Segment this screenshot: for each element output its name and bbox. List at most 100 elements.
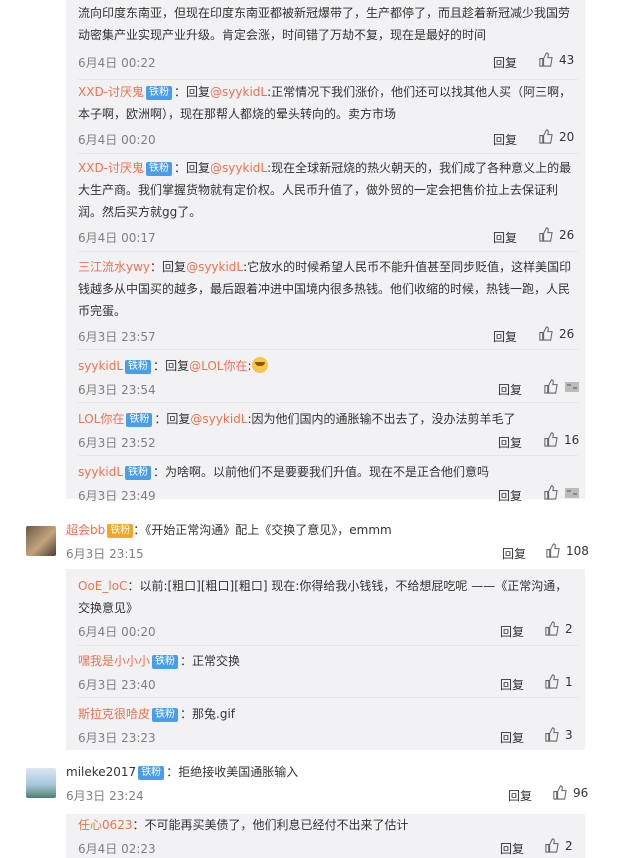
mention-link[interactable]: @syykidL [210, 161, 267, 175]
username-link[interactable]: 超会bb [66, 523, 105, 537]
like-count: 43 [559, 52, 575, 67]
username-link[interactable]: 任心0623 [78, 818, 133, 832]
reply-button[interactable]: 回复 [498, 487, 522, 504]
divider [78, 251, 578, 252]
reply-button[interactable]: 回复 [508, 787, 532, 804]
list-item: 嘿我是小小小 铁粉 ：正常交换 6月3日 23:40 回复 1 [78, 650, 578, 692]
comment-text: syykidL 铁粉 ：回复@LOL你在: [78, 355, 578, 377]
divider [78, 402, 578, 403]
thumbs-up-icon [544, 432, 558, 447]
laugh-emoji-icon [251, 357, 268, 373]
comment-text: syykidL 铁粉 ：为啥啊。以前他们不是要要我们升值。现在不是正合他们意吗 [78, 465, 490, 480]
like-button[interactable]: 96 [552, 785, 588, 800]
reply-button[interactable]: 回复 [493, 54, 517, 71]
avatar[interactable] [26, 526, 56, 556]
username-link[interactable]: 三江流水ywy [78, 260, 150, 274]
comment-item: 超会bb 铁粉 ：《开始正常沟通》配上《交换了意见》，emmm 6月3日 23:15… [66, 519, 589, 561]
comment-time: 6月4日 00:20 [78, 625, 156, 639]
list-item: OoE_loC：以前:[粗口][粗口][粗口] 现在:你得给我小钱钱，不给想屁吃… [78, 575, 578, 639]
like-button[interactable]: 16 [543, 432, 579, 447]
like-button[interactable]: 43 [538, 52, 574, 67]
thumbs-up-icon [545, 621, 559, 636]
blurred-like-count-icon [565, 381, 579, 392]
comment-text: XXD-讨厌鬼 铁粉 ：回复@syykidL:现在全球新冠烧的热火朝天的，我们成了各… [78, 161, 572, 219]
like-count: 1 [565, 674, 573, 689]
comment-text: 超会bb 铁粉 ：《开始正常沟通》配上《交换了意见》，emmm [66, 523, 392, 538]
username-link[interactable]: 斯拉克很哈皮 [78, 707, 150, 721]
reply-button[interactable]: 回复 [498, 381, 522, 398]
divider [78, 645, 578, 646]
thumbs-up-icon [539, 129, 553, 144]
vip-badge: 铁粉 [107, 524, 134, 538]
reply-button[interactable]: 回复 [502, 545, 526, 562]
username-link[interactable]: XXD-讨厌鬼 [78, 85, 144, 99]
reply-button[interactable]: 回复 [493, 328, 517, 345]
mention-link[interactable]: @syykidL [210, 85, 267, 99]
fan-badge: 铁粉 [152, 708, 179, 722]
fan-badge: 铁粉 [146, 162, 173, 176]
like-button[interactable] [543, 485, 586, 500]
reply-button[interactable]: 回复 [500, 676, 524, 693]
like-count: 16 [564, 432, 580, 447]
fan-badge: 铁粉 [138, 766, 165, 780]
list-item: 斯拉克很哈皮 铁粉 ：那兔.gif 6月3日 23:23 回复 3 [78, 703, 578, 745]
like-count: 26 [559, 326, 575, 341]
username-link[interactable]: 嘿我是小小小 [78, 654, 150, 668]
reply-button[interactable]: 回复 [493, 229, 517, 246]
thumbs-up-icon [544, 485, 558, 500]
username-link[interactable]: mileke2017 [66, 765, 136, 779]
username-link[interactable]: OoE_loC [78, 579, 127, 593]
mention-link[interactable]: @syykidL [190, 412, 247, 426]
like-button[interactable]: 108 [545, 543, 589, 558]
comment-time: 6月4日 02:23 [78, 842, 156, 856]
like-button[interactable]: 26 [538, 227, 574, 242]
like-button[interactable]: 2 [544, 621, 573, 636]
like-button[interactable]: 26 [538, 326, 574, 341]
like-count: 108 [566, 543, 589, 558]
fan-badge: 铁粉 [125, 466, 152, 480]
list-item: 三江流水ywy：回复@syykidL:它放水的时候希望人民币不能升值甚至同步贬值… [78, 256, 578, 344]
reply-button[interactable]: 回复 [500, 729, 524, 746]
like-count: 3 [565, 727, 573, 742]
thumbs-up-icon [553, 785, 567, 800]
reply-button[interactable]: 回复 [493, 131, 517, 148]
username-link[interactable]: syykidL [78, 465, 123, 479]
like-button[interactable]: 1 [544, 674, 573, 689]
comment-text: mileke2017 铁粉 ：拒绝接收美国通胀输入 [66, 765, 299, 780]
list-item: syykidL 铁粉 ：为啥啊。以前他们不是要要我们升值。现在不是正合他们意吗 6月… [78, 461, 579, 503]
comment-time: 6月3日 23:57 [78, 330, 156, 344]
thumbs-up-icon [545, 727, 559, 742]
reply-button[interactable]: 回复 [500, 840, 524, 857]
fan-badge: 铁粉 [125, 360, 152, 374]
list-item: 任心0623：不可能再买美债了，他们利息已经付不出来了估计 6月4日 02:23… [78, 814, 578, 856]
comment-time: 6月3日 23:15 [66, 547, 144, 561]
like-button[interactable] [543, 379, 586, 394]
reply-button[interactable]: 回复 [500, 623, 524, 640]
comment-text: 任心0623：不可能再买美债了，他们利息已经付不出来了估计 [78, 818, 409, 832]
mention-link[interactable]: @LOL你在 [189, 359, 247, 373]
username-link[interactable]: XXD-讨厌鬼 [78, 161, 144, 175]
thumbs-up-icon [545, 674, 559, 689]
divider [78, 79, 578, 80]
comment-time: 6月3日 23:24 [66, 789, 144, 803]
username-link[interactable]: syykidL [78, 359, 123, 373]
reply-button[interactable]: 回复 [498, 434, 522, 451]
fan-badge: 铁粉 [152, 655, 179, 669]
like-count: 2 [565, 838, 573, 853]
like-button[interactable]: 20 [538, 129, 574, 144]
like-button[interactable]: 2 [544, 838, 573, 853]
thumbs-up-icon [544, 379, 558, 394]
divider [78, 153, 578, 154]
mention-link[interactable]: @syykidL [186, 260, 243, 274]
divider [78, 697, 578, 698]
comment-time: 6月4日 00:22 [78, 56, 156, 70]
username-link[interactable]: LOL你在 [78, 412, 124, 426]
comment-item: mileke2017 铁粉 ：拒绝接收美国通胀输入 6月3日 23:24 回复 96 [66, 761, 588, 803]
thumbs-up-icon [539, 52, 553, 67]
divider [78, 349, 578, 350]
like-button[interactable]: 3 [544, 727, 573, 742]
comment-time: 6月3日 23:52 [78, 436, 156, 450]
fan-badge: 铁粉 [146, 86, 173, 100]
avatar[interactable] [26, 768, 56, 798]
list-item: syykidL 铁粉 ：回复@LOL你在: 6月3日 23:54 回复 [78, 355, 579, 397]
